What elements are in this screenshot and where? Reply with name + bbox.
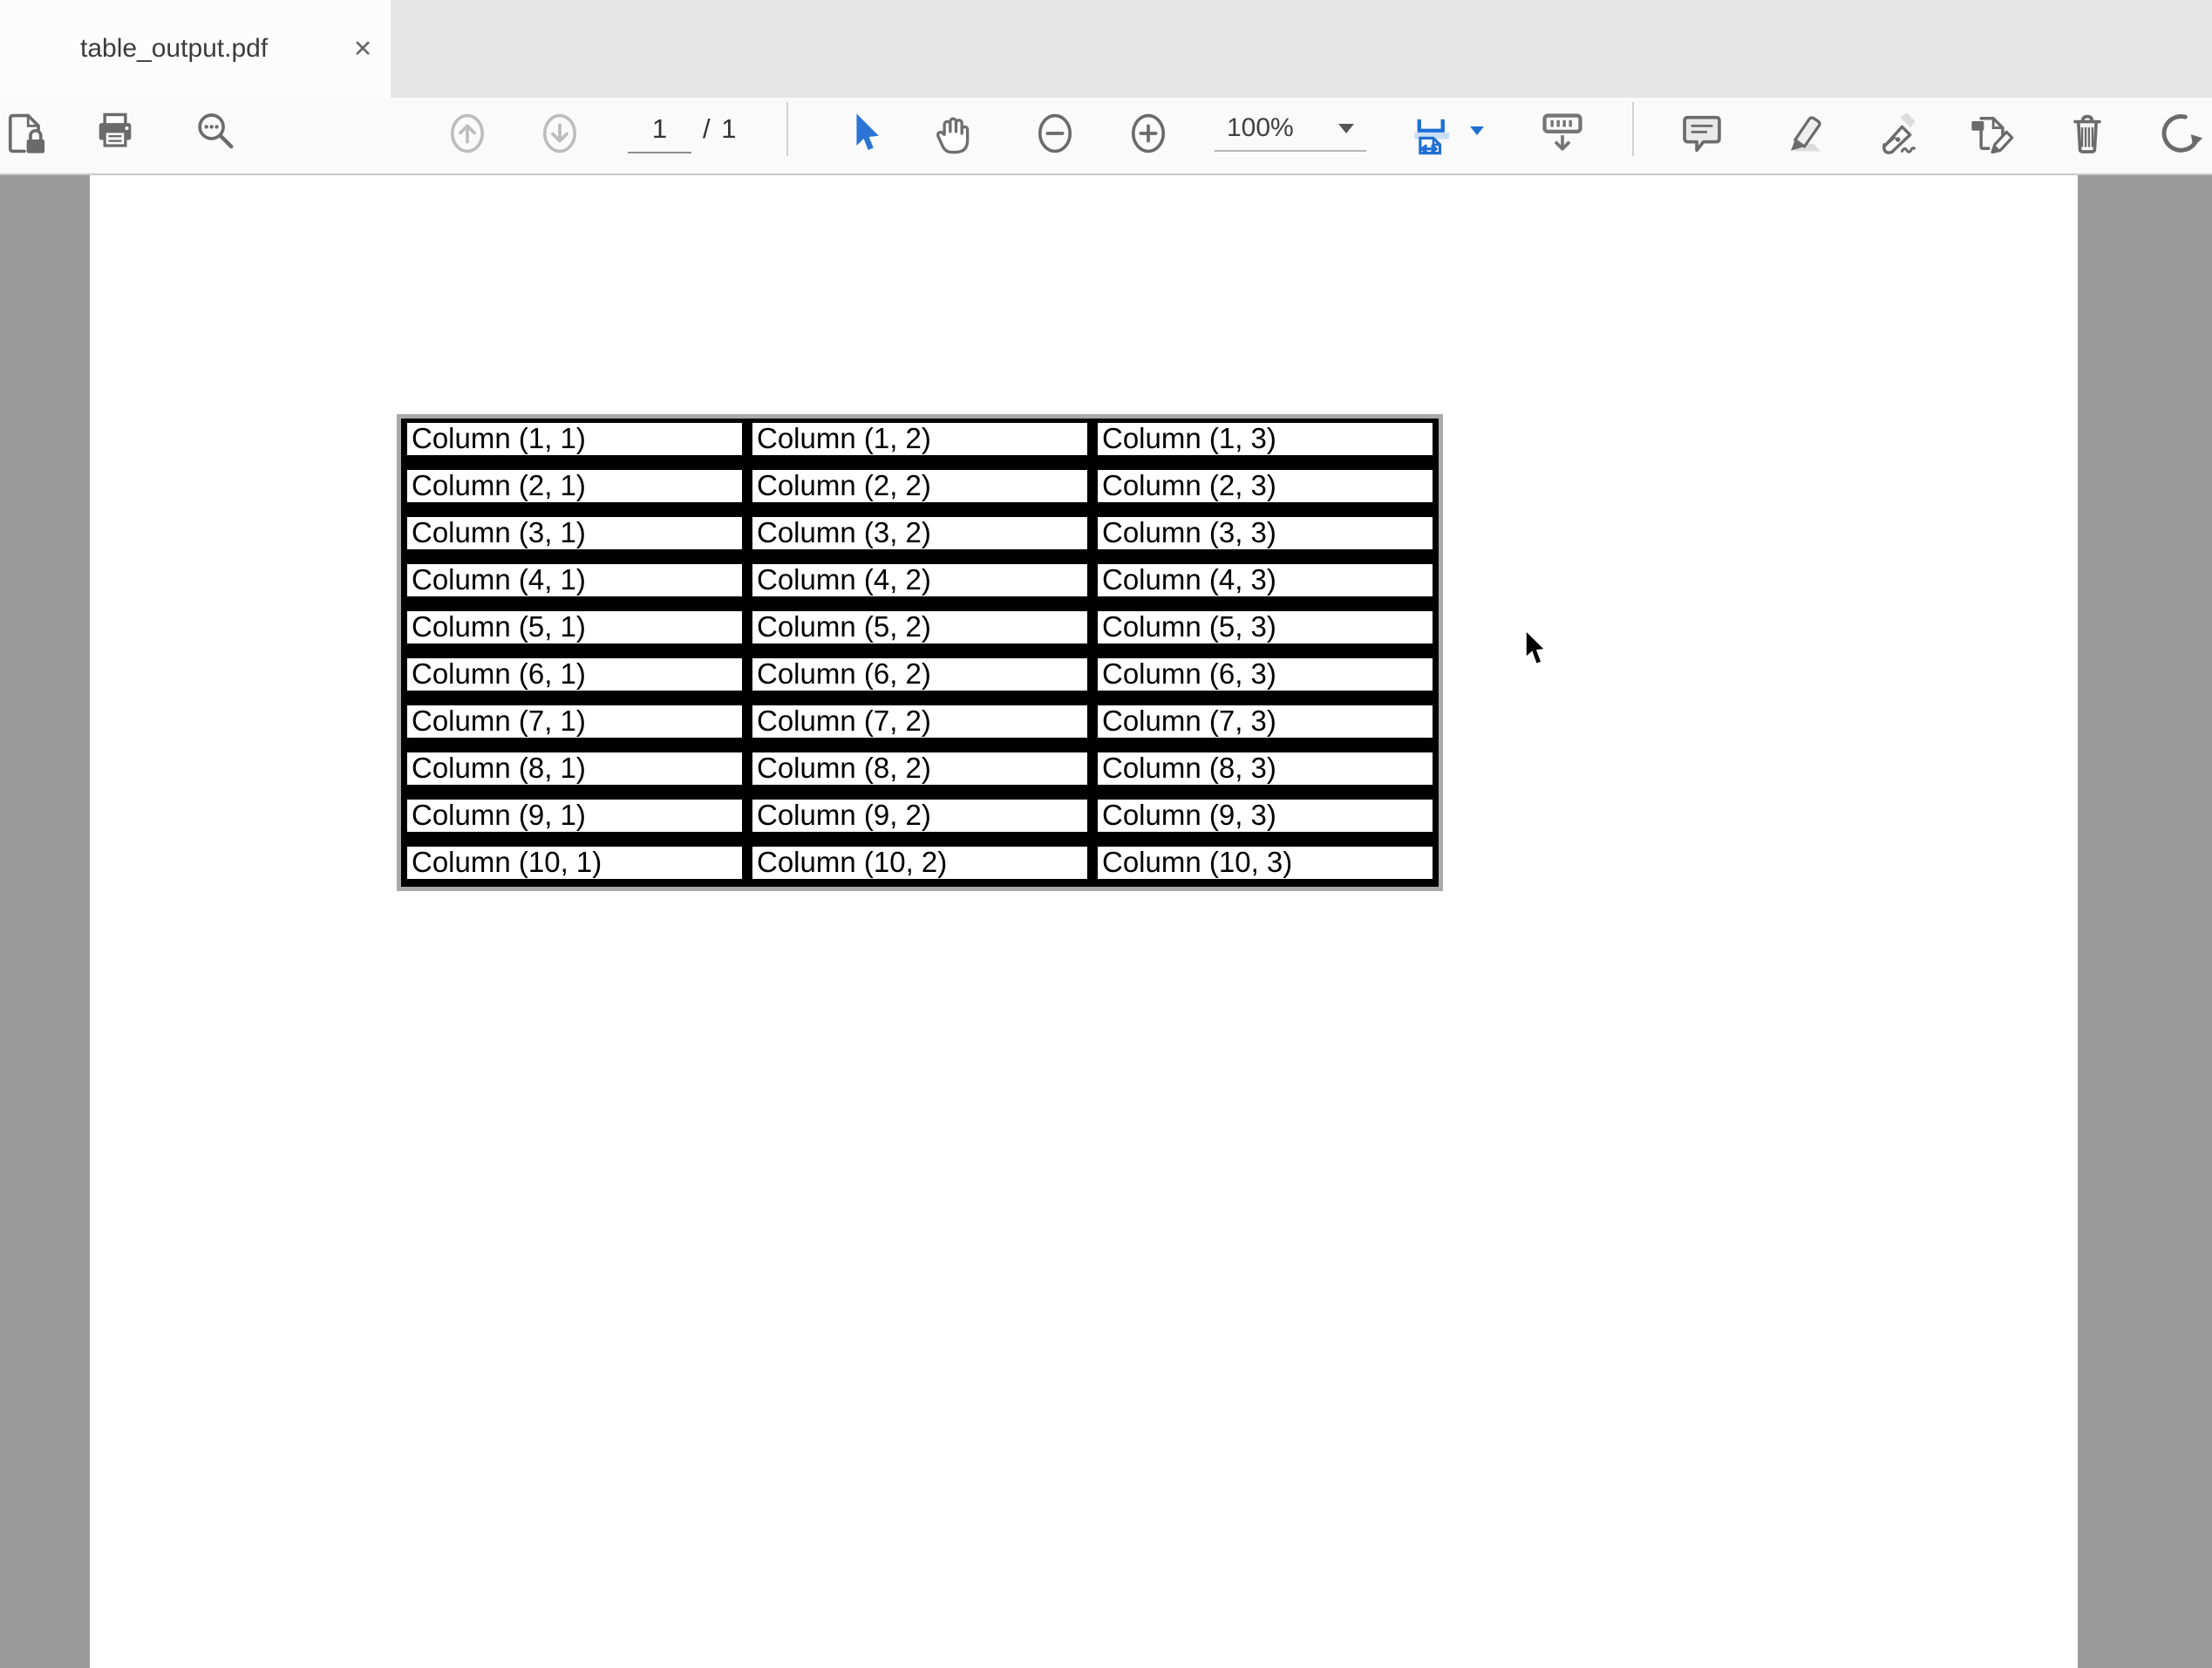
table-cell: Column (10, 1) — [407, 847, 742, 879]
document-area[interactable]: Column (1, 1) Column (1, 2) Column (1, 3) C… — [0, 175, 2212, 1668]
table-cell: Column (1, 3) — [1098, 423, 1433, 455]
table-cell: Column (7, 2) — [752, 705, 1087, 738]
table-cell: Column (6, 2) — [752, 658, 1087, 691]
fit-width-button[interactable] — [1410, 109, 1459, 158]
table-cell: Column (7, 1) — [407, 705, 742, 738]
toolbar-divider — [1632, 102, 1634, 156]
table-cell: Column (2, 1) — [407, 470, 742, 502]
rotate-icon — [2157, 109, 2206, 158]
highlight-button[interactable] — [1773, 109, 1822, 158]
fit-width-icon — [1410, 109, 1459, 158]
tab-table-output-pdf[interactable]: table_output.pdf ✕ — [0, 0, 391, 98]
zoom-out-button[interactable] — [1031, 109, 1079, 158]
table-cell: Column (8, 3) — [1098, 752, 1433, 785]
fill-sign-button[interactable] — [1967, 109, 2016, 158]
table-cell: Column (7, 3) — [1098, 705, 1433, 738]
table-cell: Column (10, 2) — [752, 847, 1087, 879]
zoom-level-value: 100% — [1227, 113, 1294, 143]
pdf-table: Column (1, 1) Column (1, 2) Column (1, 3) C… — [397, 414, 1443, 891]
select-tool-button[interactable] — [839, 109, 888, 158]
search-icon — [192, 109, 241, 158]
select-cursor-icon — [839, 109, 888, 158]
table-cell: Column (6, 1) — [407, 658, 742, 691]
rotate-page-button[interactable] — [2157, 109, 2206, 158]
toolbar-divider — [786, 102, 788, 156]
hand-tool-button[interactable] — [930, 109, 979, 158]
previous-page-button[interactable] — [443, 109, 492, 158]
document-lock-icon — [1, 109, 50, 158]
fit-width-chevron-icon[interactable] — [1470, 126, 1484, 135]
table-cell: Column (9, 2) — [752, 800, 1087, 832]
table-cell: Column (1, 2) — [752, 423, 1087, 455]
tab-title: table_output.pdf — [80, 34, 268, 64]
table-cell: Column (5, 2) — [752, 611, 1087, 643]
fountain-pen-icon — [1871, 109, 1920, 158]
table-cell: Column (4, 3) — [1098, 564, 1433, 596]
minus-circle-icon — [1031, 109, 1079, 158]
protect-document-button[interactable] — [1, 109, 50, 158]
delete-pages-button[interactable] — [2063, 109, 2112, 158]
table-cell: Column (9, 3) — [1098, 800, 1433, 832]
table-cell: Column (4, 1) — [407, 564, 742, 596]
page-total-value: 1 — [721, 113, 738, 144]
zoom-level-dropdown[interactable]: 100% — [1215, 106, 1366, 152]
table-cell: Column (2, 3) — [1098, 470, 1433, 502]
tab-close-icon[interactable]: ✕ — [344, 30, 382, 68]
comment-button[interactable] — [1678, 109, 1726, 158]
continuous-scroll-icon — [1538, 109, 1587, 158]
zoom-in-button[interactable] — [1124, 109, 1173, 158]
scroll-mode-button[interactable] — [1538, 109, 1587, 158]
print-icon — [91, 109, 140, 158]
fill-and-sign-icon — [1967, 109, 2016, 158]
arrow-down-circle-icon — [535, 109, 584, 158]
table-cell: Column (3, 3) — [1098, 517, 1433, 549]
tab-bar: table_output.pdf ✕ — [0, 0, 2212, 98]
highlighter-icon — [1773, 109, 1822, 158]
table-cell: Column (8, 1) — [407, 752, 742, 785]
page-number-input[interactable]: 1 — [628, 106, 691, 153]
sign-button[interactable] — [1871, 109, 1920, 158]
page-count-label: / 1 — [703, 106, 738, 152]
table-cell: Column (1, 1) — [407, 423, 742, 455]
table-cell: Column (8, 2) — [752, 752, 1087, 785]
pdf-page: Column (1, 1) Column (1, 2) Column (1, 3) C… — [90, 175, 2078, 1668]
chevron-down-icon — [1338, 124, 1354, 133]
table-cell: Column (2, 2) — [752, 470, 1087, 502]
table-cell: Column (6, 3) — [1098, 658, 1433, 691]
table-cell: Column (3, 2) — [752, 517, 1087, 549]
table-cell: Column (4, 2) — [752, 564, 1087, 596]
comment-icon — [1678, 109, 1726, 158]
hand-icon — [930, 109, 979, 158]
trash-icon — [2063, 109, 2112, 158]
arrow-up-circle-icon — [443, 109, 492, 158]
find-tools-button[interactable] — [192, 109, 241, 158]
toolbar: 1 / 1 100% — [0, 98, 2212, 175]
mouse-cursor-icon — [1524, 630, 1548, 672]
table-cell: Column (9, 1) — [407, 800, 742, 832]
table-cell: Column (5, 1) — [407, 611, 742, 643]
table-cell: Column (5, 3) — [1098, 611, 1433, 643]
plus-circle-icon — [1124, 109, 1173, 158]
table-cell: Column (10, 3) — [1098, 847, 1433, 879]
table-cell: Column (3, 1) — [407, 517, 742, 549]
page-separator: / — [703, 113, 712, 144]
next-page-button[interactable] — [535, 109, 584, 158]
pdf-viewer-window: { "tab_bar": { "active_tab": { "title": … — [0, 0, 2212, 1668]
print-button[interactable] — [91, 109, 140, 158]
